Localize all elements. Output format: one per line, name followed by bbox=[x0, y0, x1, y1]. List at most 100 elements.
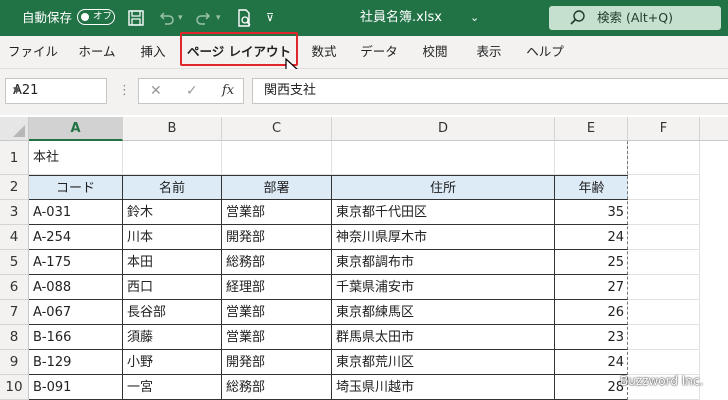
row-header-2[interactable]: 2 bbox=[0, 175, 29, 200]
table-cell[interactable]: 27 bbox=[555, 275, 628, 300]
cell-d1[interactable] bbox=[332, 141, 555, 175]
tab-home[interactable]: ホーム bbox=[73, 36, 121, 68]
table-cell[interactable]: 東京都調布市 bbox=[332, 250, 555, 275]
tab-file[interactable]: ファイル bbox=[7, 36, 59, 68]
table-cell[interactable]: A-031 bbox=[29, 200, 123, 225]
customize-qat-icon[interactable]: ⊽ bbox=[266, 0, 274, 36]
table-cell[interactable]: 経理部 bbox=[222, 275, 332, 300]
table-cell[interactable]: 本田 bbox=[123, 250, 222, 275]
table-cell[interactable]: 埼玉県川越市 bbox=[332, 375, 555, 400]
cell-f9[interactable] bbox=[628, 350, 700, 375]
redo-dropdown-icon[interactable]: ▾ bbox=[216, 0, 221, 36]
table-cell[interactable]: 神奈川県厚木市 bbox=[332, 225, 555, 250]
table-header-code[interactable]: コード bbox=[29, 175, 123, 200]
tab-review[interactable]: 校閲 bbox=[418, 36, 452, 68]
cell-f6[interactable] bbox=[628, 275, 700, 300]
autosave-toggle[interactable]: オフ bbox=[77, 9, 115, 25]
table-cell[interactable]: A-088 bbox=[29, 275, 123, 300]
tab-help[interactable]: ヘルプ bbox=[524, 36, 566, 68]
row-header-8[interactable]: 8 bbox=[0, 325, 29, 350]
table-cell[interactable]: 24 bbox=[555, 350, 628, 375]
cell-a1[interactable]: 本社 bbox=[29, 141, 123, 175]
column-header-d[interactable]: D bbox=[332, 117, 555, 141]
table-cell[interactable]: 須藤 bbox=[123, 325, 222, 350]
table-cell[interactable]: A-254 bbox=[29, 225, 123, 250]
table-cell[interactable]: 23 bbox=[555, 325, 628, 350]
tab-data[interactable]: データ bbox=[358, 36, 400, 68]
name-box-dropdown-icon[interactable]: ▼ bbox=[13, 79, 101, 103]
table-cell[interactable]: 営業部 bbox=[222, 300, 332, 325]
cell-f4[interactable] bbox=[628, 225, 700, 250]
table-cell[interactable]: 群馬県太田市 bbox=[332, 325, 555, 350]
table-cell[interactable]: 総務部 bbox=[222, 250, 332, 275]
undo-icon[interactable] bbox=[156, 8, 176, 28]
table-header-address[interactable]: 住所 bbox=[332, 175, 555, 200]
row-header-4[interactable]: 4 bbox=[0, 225, 29, 250]
cell-f5[interactable] bbox=[628, 250, 700, 275]
table-cell[interactable]: 26 bbox=[555, 300, 628, 325]
table-cell[interactable]: 東京都荒川区 bbox=[332, 350, 555, 375]
table-header-name[interactable]: 名前 bbox=[123, 175, 222, 200]
column-header-f[interactable]: F bbox=[628, 117, 700, 141]
row-header-5[interactable]: 5 bbox=[0, 250, 29, 275]
table-cell[interactable]: 35 bbox=[555, 200, 628, 225]
row-header-6[interactable]: 6 bbox=[0, 275, 29, 300]
table-cell[interactable]: 営業部 bbox=[222, 200, 332, 225]
table-cell[interactable]: 小野 bbox=[123, 350, 222, 375]
cell-f1[interactable] bbox=[628, 141, 700, 175]
cancel-icon[interactable]: ✕ bbox=[150, 78, 162, 104]
table-cell[interactable]: 28 bbox=[555, 375, 628, 400]
table-cell[interactable]: B-166 bbox=[29, 325, 123, 350]
cell-f8[interactable] bbox=[628, 325, 700, 350]
select-all-button[interactable] bbox=[0, 117, 29, 141]
table-header-age[interactable]: 年齢 bbox=[555, 175, 628, 200]
cell-f3[interactable] bbox=[628, 200, 700, 225]
tab-formulas[interactable]: 数式 bbox=[307, 36, 341, 68]
formula-input[interactable]: 関西支社 bbox=[252, 78, 728, 104]
undo-dropdown-icon[interactable]: ▾ bbox=[178, 0, 183, 36]
name-box[interactable]: A21 ▼ bbox=[5, 78, 107, 104]
cell-e1[interactable] bbox=[555, 141, 628, 175]
table-cell[interactable]: 25 bbox=[555, 250, 628, 275]
enter-icon[interactable]: ✓ bbox=[186, 78, 198, 104]
table-cell[interactable]: 開発部 bbox=[222, 350, 332, 375]
table-cell[interactable]: A-067 bbox=[29, 300, 123, 325]
table-cell[interactable]: 東京都千代田区 bbox=[332, 200, 555, 225]
table-cell[interactable]: B-091 bbox=[29, 375, 123, 400]
table-cell[interactable]: 一宮 bbox=[123, 375, 222, 400]
table-cell[interactable]: B-129 bbox=[29, 350, 123, 375]
table-cell[interactable]: 千葉県浦安市 bbox=[332, 275, 555, 300]
row-header-7[interactable]: 7 bbox=[0, 300, 29, 325]
table-cell[interactable]: 営業部 bbox=[222, 325, 332, 350]
table-cell[interactable]: 24 bbox=[555, 225, 628, 250]
title-chevron-icon[interactable]: ⌄ bbox=[470, 0, 479, 36]
table-cell[interactable]: 鈴木 bbox=[123, 200, 222, 225]
tab-view[interactable]: 表示 bbox=[472, 36, 506, 68]
table-cell[interactable]: 東京都練馬区 bbox=[332, 300, 555, 325]
table-cell[interactable]: 川本 bbox=[123, 225, 222, 250]
search-box[interactable]: 検索 (Alt+Q) bbox=[549, 6, 721, 30]
column-header-b[interactable]: B bbox=[123, 117, 222, 141]
save-icon[interactable] bbox=[126, 8, 146, 28]
table-cell[interactable]: 開発部 bbox=[222, 225, 332, 250]
redo-icon[interactable] bbox=[194, 8, 214, 28]
cell-f7[interactable] bbox=[628, 300, 700, 325]
column-header-e[interactable]: E bbox=[555, 117, 628, 141]
row-header-1[interactable]: 1 bbox=[0, 141, 29, 175]
table-cell[interactable]: 西口 bbox=[123, 275, 222, 300]
cell-f2[interactable] bbox=[628, 175, 700, 200]
tab-insert[interactable]: 挿入 bbox=[136, 36, 170, 68]
print-preview-icon[interactable] bbox=[234, 8, 254, 28]
column-header-a[interactable]: A bbox=[29, 117, 123, 141]
cell-b1[interactable] bbox=[123, 141, 222, 175]
table-cell[interactable]: 総務部 bbox=[222, 375, 332, 400]
row-header-3[interactable]: 3 bbox=[0, 200, 29, 225]
formula-bar-grip-icon[interactable]: ⋮ bbox=[118, 79, 131, 103]
row-header-10[interactable]: 10 bbox=[0, 375, 29, 400]
table-cell[interactable]: A-175 bbox=[29, 250, 123, 275]
column-header-c[interactable]: C bbox=[222, 117, 332, 141]
cell-c1[interactable] bbox=[222, 141, 332, 175]
table-header-department[interactable]: 部署 bbox=[222, 175, 332, 200]
row-header-9[interactable]: 9 bbox=[0, 350, 29, 375]
insert-function-icon[interactable]: fx bbox=[222, 78, 234, 104]
